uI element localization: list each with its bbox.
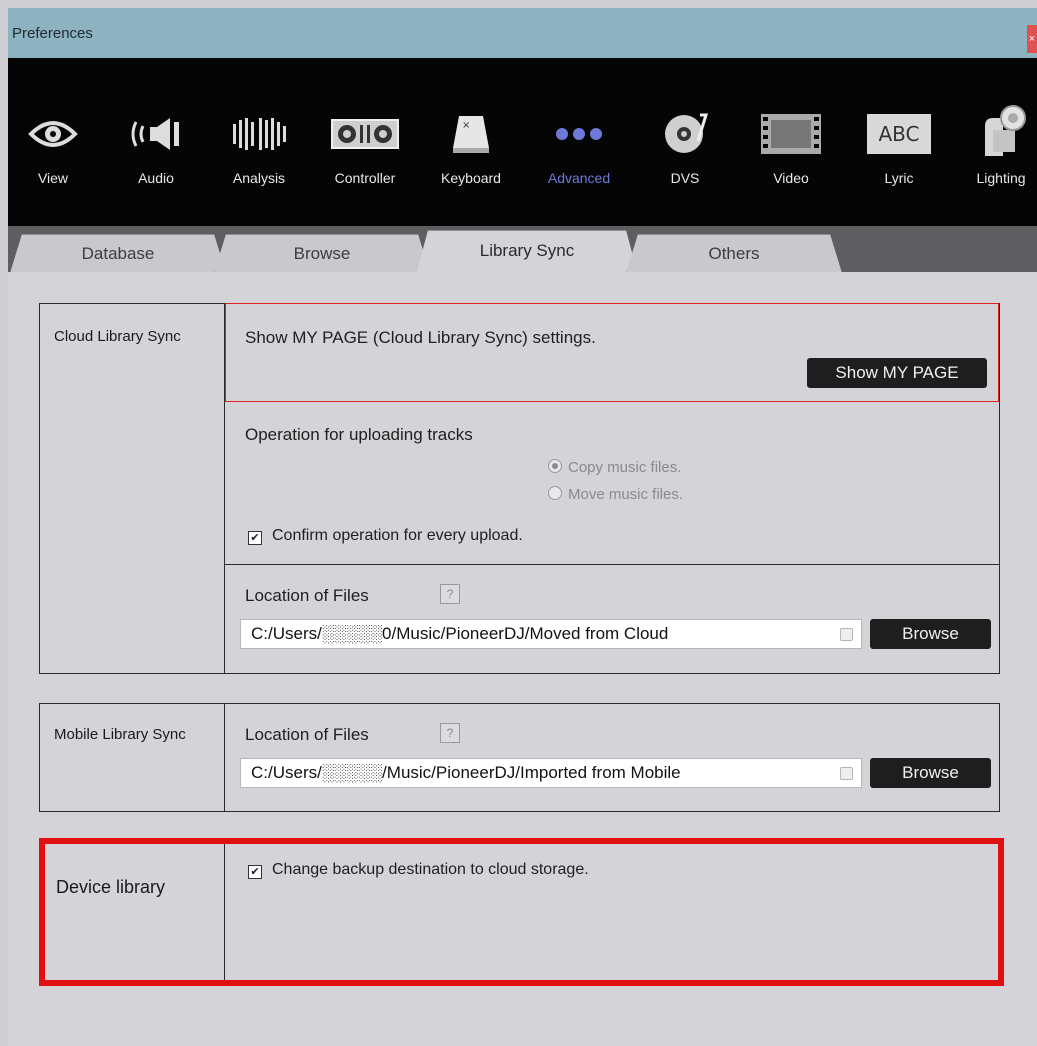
toolbar-item-dvs[interactable]: DVS bbox=[640, 104, 730, 214]
mobile-panel-divider bbox=[224, 703, 225, 812]
show-my-page-button[interactable]: Show MY PAGE bbox=[807, 358, 987, 388]
toolbar-item-lyric[interactable]: ABC Lyric bbox=[854, 104, 944, 214]
cloud-browse-button[interactable]: Browse bbox=[870, 619, 991, 649]
checkbox-checked-icon: ✔ bbox=[248, 865, 262, 879]
toolbar-item-view[interactable]: View bbox=[8, 104, 98, 214]
toolbar-item-lighting[interactable]: Lighting bbox=[956, 104, 1037, 214]
window-title-bar: Preferences × bbox=[8, 8, 1037, 58]
window-title: Preferences bbox=[12, 25, 93, 42]
cloud-location-path-field[interactable]: C:/Users/░░░░░0/Music/PioneerDJ/Moved fr… bbox=[240, 619, 862, 649]
radio-copy-music-files[interactable]: Copy music files. bbox=[548, 459, 681, 476]
mobile-library-sync-label: Mobile Library Sync bbox=[54, 726, 186, 743]
toolbar-label-audio: Audio bbox=[138, 170, 174, 186]
mobile-browse-button[interactable]: Browse bbox=[870, 758, 991, 788]
film-strip-icon bbox=[746, 104, 836, 164]
abc-icon-text: ABC bbox=[867, 114, 931, 154]
speaker-icon bbox=[111, 104, 201, 164]
turntable-icon bbox=[640, 104, 730, 164]
toolbar-label-lyric: Lyric bbox=[884, 170, 914, 186]
confirm-every-upload-checkbox[interactable]: ✔ Confirm operation for every upload. bbox=[248, 527, 523, 545]
tab-browse[interactable]: Browse bbox=[214, 234, 430, 273]
cloud-location-label: Location of Files bbox=[245, 586, 369, 605]
dropdown-icon bbox=[840, 628, 853, 641]
toolbar-label-analysis: Analysis bbox=[232, 170, 286, 186]
toolbar-item-controller[interactable]: Controller bbox=[320, 104, 410, 214]
tab-strip: Database Browse Library Sync Others bbox=[8, 226, 1037, 272]
cloud-location-help-icon[interactable]: ? bbox=[440, 584, 460, 604]
checkbox-checked-icon: ✔ bbox=[248, 531, 262, 545]
toolbar-label-video: Video bbox=[773, 170, 809, 186]
cloud-row-divider bbox=[225, 564, 999, 565]
mobile-location-label: Location of Files bbox=[245, 725, 369, 744]
close-button[interactable]: × bbox=[1027, 25, 1037, 53]
radio-move-label: Move music files. bbox=[568, 486, 684, 503]
dropdown-icon bbox=[840, 767, 853, 780]
mobile-location-help-icon[interactable]: ? bbox=[440, 723, 460, 743]
radio-dot-unselected bbox=[548, 486, 562, 500]
cloud-library-sync-label: Cloud Library Sync bbox=[54, 328, 181, 345]
abc-icon: ABC bbox=[854, 104, 944, 164]
toolbar-label-controller: Controller bbox=[334, 170, 396, 186]
controller-icon bbox=[320, 104, 410, 164]
confirm-every-upload-label: Confirm operation for every upload. bbox=[272, 527, 523, 544]
backup-to-cloud-label: Change backup destination to cloud stora… bbox=[272, 861, 589, 878]
eye-icon bbox=[8, 104, 98, 164]
toolbar-label-dvs: DVS bbox=[670, 170, 700, 186]
toolbar-label-advanced: Advanced bbox=[547, 170, 611, 186]
keyboard-key-icon: × bbox=[426, 104, 516, 164]
mobile-location-path-field[interactable]: C:/Users/░░░░░/Music/PioneerDJ/Imported … bbox=[240, 758, 862, 788]
toolbar-item-keyboard[interactable]: × Keyboard bbox=[426, 104, 516, 214]
library-sync-content: Cloud Library Sync Show MY PAGE (Cloud L… bbox=[8, 272, 1037, 1046]
tab-database[interactable]: Database bbox=[10, 234, 226, 273]
radio-dot-selected bbox=[548, 459, 562, 473]
toolbar-item-video[interactable]: Video bbox=[746, 104, 836, 214]
upload-operation-heading: Operation for uploading tracks bbox=[245, 425, 473, 444]
toolbar-label-view: View bbox=[37, 170, 69, 186]
device-panel-divider bbox=[224, 844, 225, 980]
toolbar-label-keyboard: Keyboard bbox=[441, 170, 501, 186]
three-dots-icon bbox=[534, 104, 624, 164]
waveform-bars-icon bbox=[214, 104, 304, 164]
tab-library-sync[interactable]: Library Sync bbox=[416, 230, 638, 275]
preferences-toolbar: View Audio Analysis Controller × Keyboar… bbox=[8, 58, 1037, 226]
tab-others[interactable]: Others bbox=[626, 234, 842, 273]
radio-copy-label: Copy music files. bbox=[568, 459, 682, 476]
show-my-page-text: Show MY PAGE (Cloud Library Sync) settin… bbox=[245, 328, 596, 347]
toolbar-item-advanced[interactable]: Advanced bbox=[534, 104, 624, 214]
radio-move-music-files[interactable]: Move music files. bbox=[548, 486, 683, 503]
moving-head-light-icon bbox=[956, 104, 1037, 164]
backup-to-cloud-checkbox[interactable]: ✔ Change backup destination to cloud stor… bbox=[248, 861, 589, 879]
toolbar-item-analysis[interactable]: Analysis bbox=[214, 104, 304, 214]
toolbar-item-audio[interactable]: Audio bbox=[111, 104, 201, 214]
device-library-label: Device library bbox=[56, 877, 166, 897]
mobile-location-path-text: C:/Users/░░░░░/Music/PioneerDJ/Imported … bbox=[251, 763, 681, 782]
cloud-location-path-text: C:/Users/░░░░░0/Music/PioneerDJ/Moved fr… bbox=[251, 624, 669, 643]
svg-text:×: × bbox=[462, 120, 470, 131]
toolbar-label-lighting: Lighting bbox=[976, 170, 1026, 186]
